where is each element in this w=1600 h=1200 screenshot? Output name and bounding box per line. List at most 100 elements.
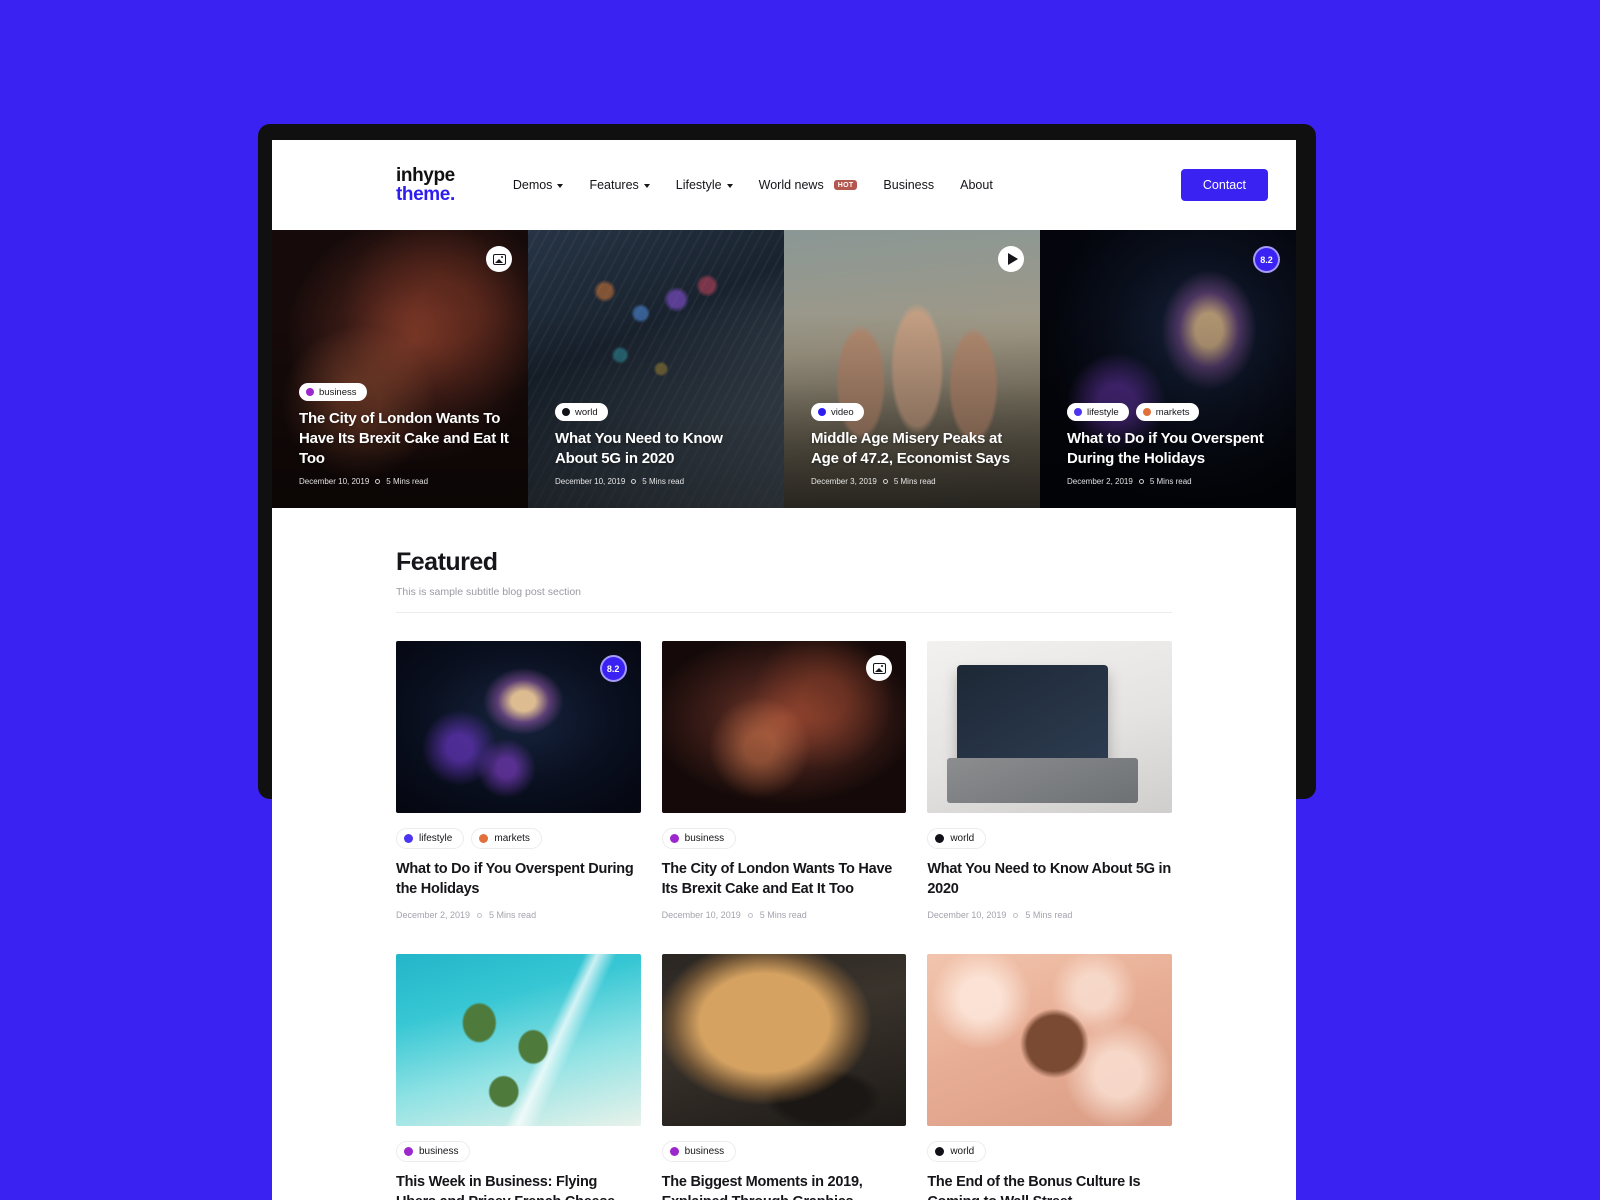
category-tag-lifestyle[interactable]: lifestyle (1067, 403, 1129, 422)
logo-line-2: theme. (396, 184, 455, 205)
featured-grid: 8.2 lifestyle markets What to Do if You Ove… (396, 641, 1172, 1200)
post-read-time: 5 Mins read (1149, 477, 1192, 486)
tag-dot-icon (669, 1147, 679, 1156)
nav-item-label: About (960, 178, 993, 192)
category-tag-business[interactable]: business (299, 383, 367, 402)
article-title[interactable]: What You Need to Know About 5G in 2020 (927, 859, 1172, 899)
tag-dot-icon (1074, 408, 1082, 417)
category-tag-world[interactable]: world (927, 1141, 987, 1162)
hero-slide[interactable]: video Middle Age Misery Peaks at Age of 4… (784, 230, 1040, 508)
clock-icon (1138, 479, 1144, 484)
chevron-down-icon (726, 184, 733, 188)
tag-dot-icon (306, 388, 314, 397)
tag-dot-icon (479, 834, 489, 843)
score-badge[interactable]: 8.2 (1253, 246, 1280, 273)
tag-row: business (299, 383, 512, 402)
tag-row: lifestyle markets (1067, 403, 1280, 422)
article-card[interactable]: 8.2 lifestyle markets What to Do if You Ove… (396, 641, 641, 920)
hero-title[interactable]: What to Do if You Overspent During the H… (1067, 429, 1280, 469)
post-date: December 2, 2019 (1067, 477, 1133, 486)
score-badge[interactable]: 8.2 (599, 655, 627, 682)
clock-icon (477, 912, 483, 918)
tag-row: world (927, 1141, 1172, 1162)
nav-item-lifestyle[interactable]: Lifestyle (676, 178, 733, 192)
post-read-time: 5 Mins read (489, 910, 537, 920)
logo-line-1: inhype (396, 164, 455, 186)
tag-label: lifestyle (419, 833, 453, 844)
category-tag-business[interactable]: business (661, 828, 737, 849)
article-thumbnail[interactable] (661, 641, 907, 813)
post-date: December 10, 2019 (299, 477, 370, 486)
hero-title[interactable]: What You Need to Know About 5G in 2020 (555, 429, 768, 469)
tag-label: business (319, 386, 357, 398)
nav-item-features[interactable]: Features (589, 178, 650, 192)
nav-item-world-news[interactable]: World news HOT (759, 178, 858, 192)
post-meta: December 3, 2019 5 Mins read (811, 477, 1024, 486)
tag-label: lifestyle (1087, 406, 1119, 418)
category-tag-markets[interactable]: markets (1135, 403, 1200, 422)
tag-label: world (950, 1146, 975, 1157)
nav-item-about[interactable]: About (960, 178, 993, 192)
post-date: December 10, 2019 (927, 910, 1007, 920)
nav-item-label: Features (589, 178, 639, 192)
post-date: December 2, 2019 (396, 910, 471, 920)
nav-item-label: World news (758, 178, 824, 192)
hero-slide[interactable]: business The City of London Wants To Have… (272, 230, 528, 508)
post-meta: December 10, 2019 5 Mins read (927, 910, 1172, 920)
clock-icon (375, 479, 381, 484)
category-tag-business[interactable]: business (661, 1141, 737, 1162)
article-thumbnail[interactable] (396, 954, 641, 1126)
tag-dot-icon (935, 1147, 945, 1156)
category-tag-world[interactable]: world (927, 828, 987, 849)
article-title[interactable]: The Biggest Moments in 2019, Explained T… (662, 1172, 907, 1200)
tag-label: business (684, 833, 725, 844)
hero-title[interactable]: Middle Age Misery Peaks at Age of 47.2, … (811, 429, 1024, 469)
tag-row: video (811, 403, 1024, 422)
tag-row: business (396, 1141, 641, 1162)
article-image (396, 954, 641, 1126)
tag-row: world (927, 828, 1172, 849)
article-thumbnail[interactable]: 8.2 (396, 641, 641, 813)
nav-item-label: Lifestyle (675, 178, 722, 192)
article-card[interactable]: business This Week in Business: Flying Ub… (396, 954, 641, 1200)
tag-dot-icon (404, 834, 413, 843)
article-card[interactable]: world The End of the Bonus Culture Is Com… (927, 954, 1172, 1200)
article-card[interactable]: business The Biggest Moments in 2019, Exp… (661, 954, 907, 1200)
clock-icon (747, 912, 753, 918)
post-meta: December 2, 2019 5 Mins read (396, 910, 641, 920)
category-tag-markets[interactable]: markets (471, 828, 542, 849)
hero-content: world What You Need to Know About 5G in 2… (555, 403, 768, 486)
article-thumbnail[interactable] (927, 641, 1172, 813)
site-header: inhype theme. Demos Features Lifestyle Worl… (272, 140, 1296, 230)
gallery-badge[interactable] (486, 246, 512, 272)
hero-title[interactable]: The City of London Wants To Have Its Bre… (299, 409, 512, 469)
tag-dot-icon (562, 408, 570, 417)
article-card[interactable]: world What You Need to Know About 5G in 2… (927, 641, 1172, 920)
article-title[interactable]: What to Do if You Overspent During the H… (396, 859, 641, 899)
category-tag-business[interactable]: business (396, 1141, 471, 1162)
article-title[interactable]: The City of London Wants To Have Its Bre… (662, 859, 907, 899)
hero-slide[interactable]: 8.2 lifestyle markets What to Do if You Ove… (1040, 230, 1296, 508)
category-tag-world[interactable]: world (555, 403, 608, 422)
clock-icon (631, 479, 637, 484)
play-button[interactable] (998, 246, 1024, 272)
hero-content: business The City of London Wants To Have… (299, 383, 512, 486)
article-thumbnail[interactable] (661, 954, 907, 1126)
category-tag-lifestyle[interactable]: lifestyle (396, 828, 465, 849)
chevron-down-icon (557, 184, 564, 188)
article-card[interactable]: business The City of London Wants To Have… (661, 641, 907, 920)
hero-slide[interactable]: world What You Need to Know About 5G in 2… (528, 230, 784, 508)
nav-item-demos[interactable]: Demos (513, 178, 564, 192)
contact-button[interactable]: Contact (1180, 169, 1268, 201)
featured-heading: Featured (396, 548, 498, 576)
featured-section: Featured This is sample subtitle blog po… (272, 508, 1296, 1200)
tag-row: world (555, 403, 768, 422)
article-thumbnail[interactable] (927, 954, 1172, 1126)
article-title[interactable]: This Week in Business: Flying Ubers and … (396, 1172, 641, 1200)
article-title[interactable]: The End of the Bonus Culture Is Coming t… (927, 1172, 1172, 1200)
article-image (661, 954, 907, 1126)
site-logo[interactable]: inhype theme. (396, 164, 455, 205)
category-tag-video[interactable]: video (811, 403, 864, 422)
nav-item-business[interactable]: Business (883, 178, 934, 192)
tag-dot-icon (669, 834, 679, 843)
